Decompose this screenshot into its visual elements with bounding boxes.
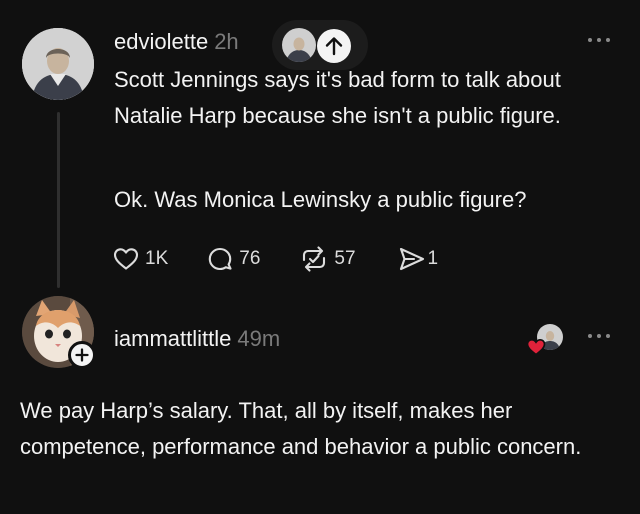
- reply-time: 49m: [237, 326, 281, 351]
- send-icon: [399, 247, 424, 271]
- comment-icon: [209, 247, 232, 271]
- pill-avatar: [282, 28, 316, 62]
- post-more-button[interactable]: [588, 32, 610, 48]
- share-button[interactable]: 1: [398, 246, 439, 272]
- post-time: 2h: [214, 29, 239, 54]
- reply-button[interactable]: 76: [207, 247, 260, 271]
- reply-count: 76: [239, 248, 261, 269]
- liked-by-author-badge: [526, 338, 546, 361]
- post-paragraph-1: Scott Jennings says it's bad form to tal…: [114, 67, 561, 128]
- more-dot: [597, 334, 601, 338]
- more-dots-icon: [588, 38, 592, 42]
- follow-button[interactable]: [68, 341, 96, 369]
- post-username[interactable]: edviolette: [114, 29, 208, 54]
- reply-text: We pay Harp’s salary. That, all by itsel…: [20, 398, 582, 459]
- more-dot: [606, 334, 610, 338]
- heart-icon: [113, 248, 139, 270]
- like-count: 1K: [145, 248, 169, 269]
- post-actions: 1K 76 57 1: [113, 244, 438, 274]
- scroll-up-button[interactable]: [317, 29, 351, 63]
- portrait-image: [22, 28, 94, 100]
- red-heart-icon: [526, 338, 546, 356]
- more-dot: [606, 38, 610, 42]
- arrow-up-icon: [325, 37, 343, 56]
- like-button[interactable]: 1K: [113, 247, 168, 271]
- post-paragraph-2: Ok. Was Monica Lewinsky a public figure?: [114, 187, 527, 212]
- reply-username[interactable]: iammattlittle: [114, 326, 231, 351]
- plus-icon: [75, 348, 89, 362]
- share-count: 1: [427, 248, 439, 269]
- reply-header: iammattlittle 49m: [114, 326, 280, 352]
- more-dots-icon: [588, 334, 592, 338]
- post-header: edviolette 2h: [114, 29, 239, 55]
- repost-icon: [303, 246, 326, 272]
- pill-portrait-image: [282, 28, 316, 62]
- thread-line: [57, 112, 60, 288]
- more-dot: [597, 38, 601, 42]
- reply-more-button[interactable]: [588, 328, 610, 344]
- avatar-edviolette[interactable]: [22, 28, 94, 100]
- repost-button[interactable]: 57: [300, 246, 356, 272]
- repost-count: 57: [334, 248, 356, 269]
